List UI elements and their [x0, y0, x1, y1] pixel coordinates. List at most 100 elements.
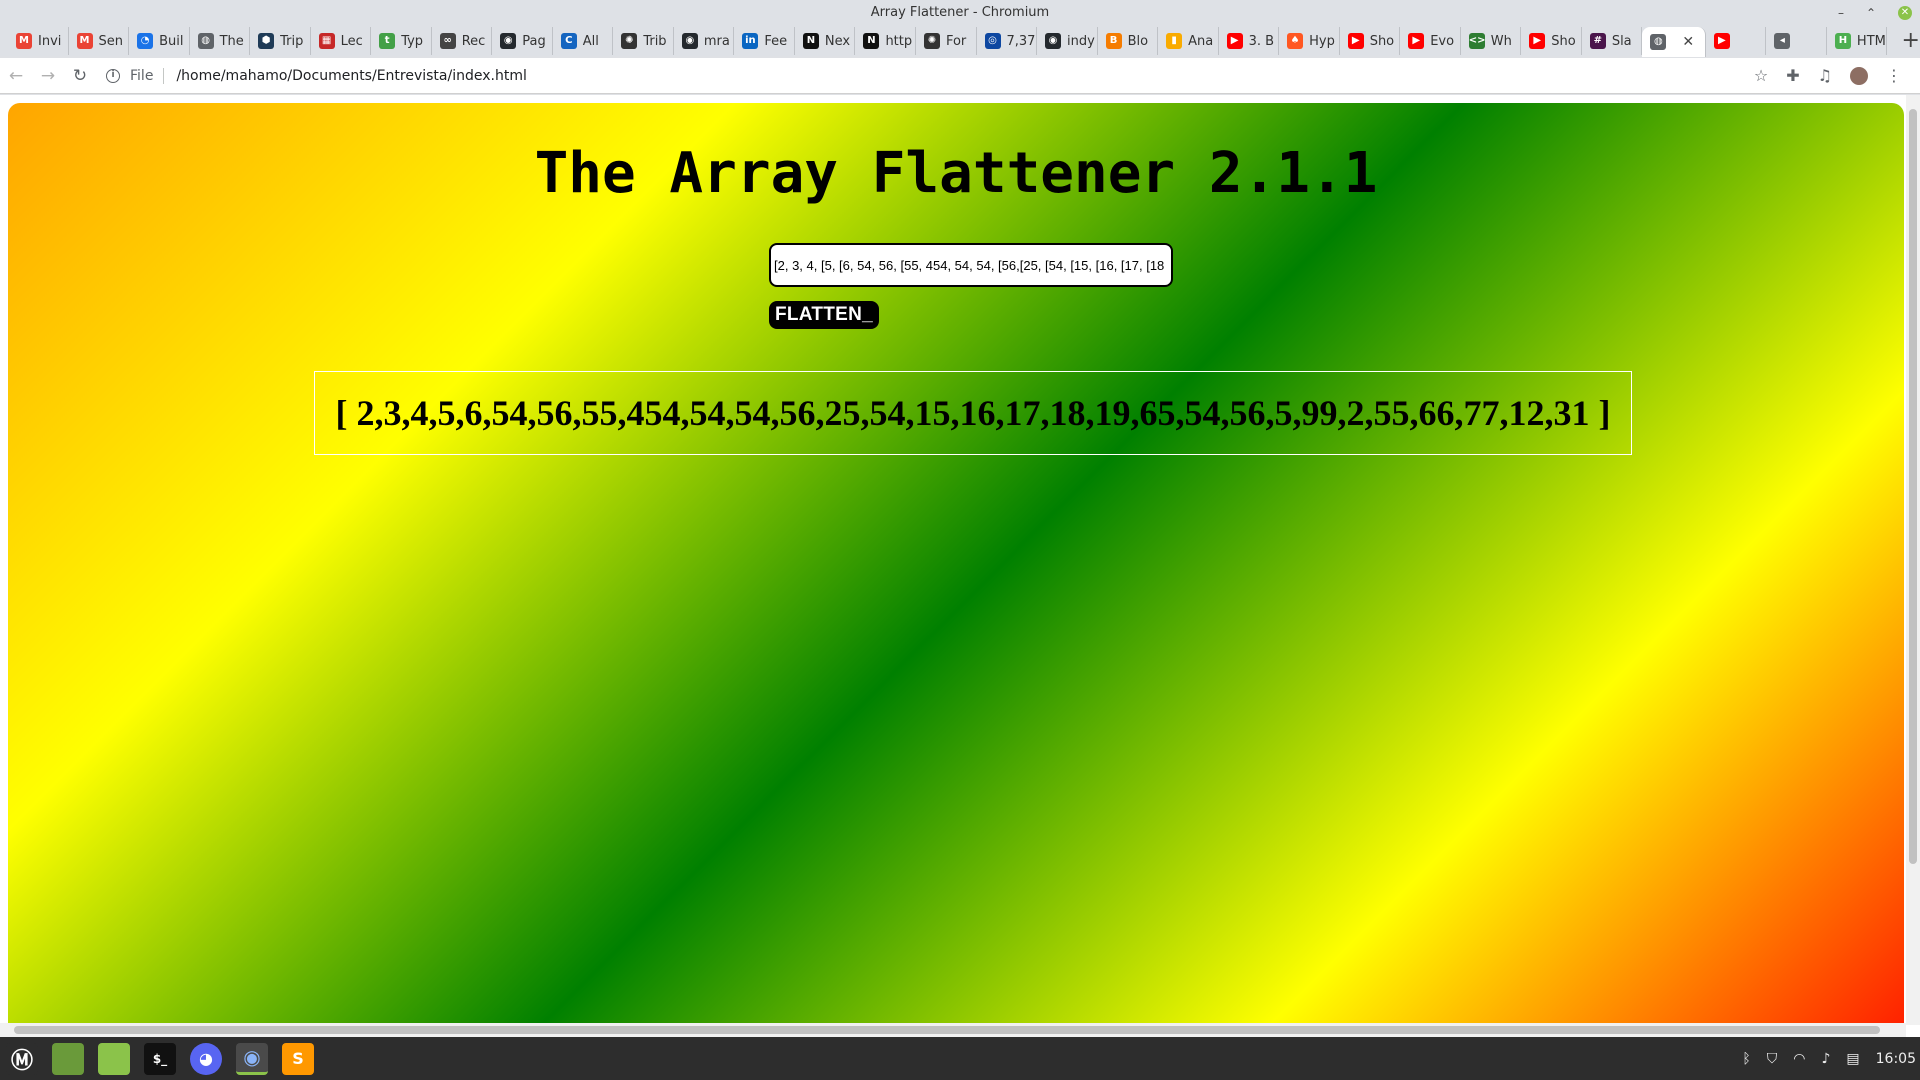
tab-label: Sen	[98, 33, 124, 49]
tab-22[interactable]: ▶ Sho	[1340, 27, 1401, 55]
tab-10[interactable]: ✺ Trib	[613, 27, 674, 55]
tab-label: http	[885, 33, 913, 49]
tab-29[interactable]: ◂	[1766, 27, 1827, 55]
bookmark-star-icon[interactable]: ☆	[1754, 66, 1768, 85]
close-tab-icon[interactable]: ✕	[1682, 34, 1694, 50]
sound-icon[interactable]: ♪	[1821, 1051, 1830, 1067]
back-icon[interactable]: ←	[0, 66, 32, 86]
scrollbar-thumb[interactable]	[14, 1026, 1880, 1034]
tab-13[interactable]: N Nex	[795, 27, 856, 55]
html-icon: H	[1834, 33, 1851, 49]
shield-icon[interactable]: ⛉	[1767, 1051, 1778, 1067]
nexus-icon: N	[863, 33, 880, 49]
tab-15[interactable]: ✺ For	[916, 27, 977, 55]
vertical-scrollbar[interactable]	[1906, 95, 1920, 1025]
gradient-page: The Array Flattener 2.1.1 FLATTEN_ [ 2,3…	[8, 103, 1904, 1080]
close-window-icon[interactable]: ✕	[1898, 6, 1912, 20]
bluetooth-icon[interactable]: ᛒ	[1742, 1051, 1750, 1067]
scrollbar-thumb[interactable]	[1909, 109, 1917, 864]
circle-icon: ◎	[984, 33, 1001, 49]
page-viewport: The Array Flattener 2.1.1 FLATTEN_ [ 2,3…	[0, 95, 1920, 1080]
minimize-icon[interactable]: –	[1838, 0, 1844, 26]
tab-6[interactable]: t Typ	[371, 27, 432, 55]
speaker-icon: ◂	[1774, 33, 1791, 49]
tab-label: Rec	[461, 33, 486, 49]
page-title: The Array Flattener 2.1.1	[534, 141, 1378, 206]
tab-19[interactable]: ▮ Ana	[1158, 27, 1219, 55]
tab-12[interactable]: in Fee	[734, 27, 795, 55]
youtube-icon: ▶	[1347, 33, 1364, 49]
tab-30[interactable]: H HTM	[1827, 27, 1888, 55]
info-icon[interactable]: i	[106, 68, 120, 83]
horizontal-scrollbar[interactable]	[0, 1023, 1906, 1037]
tab-7[interactable]: ∞ Rec	[432, 27, 493, 55]
tab-label: Hyp	[1309, 33, 1335, 49]
tab-label: Ana	[1188, 33, 1214, 49]
tab-24[interactable]: <> Wh	[1461, 27, 1522, 55]
tab-4[interactable]: ⬢ Trip	[250, 27, 311, 55]
tab-28[interactable]: ▶	[1706, 27, 1767, 55]
window-titlebar: Array Flattener - Chromium – ⌃ ✕	[0, 0, 1920, 26]
tab-20[interactable]: ▶ 3. B	[1219, 27, 1280, 55]
hype-icon: ♠	[1287, 33, 1304, 49]
tab-label: Typ	[401, 33, 424, 49]
tab-17[interactable]: ◉ indy	[1037, 27, 1098, 55]
tab-11[interactable]: ◉ mra	[674, 27, 735, 55]
slack-icon: #	[1589, 33, 1606, 49]
tab-label: Wh	[1490, 33, 1512, 49]
reload-icon[interactable]: ↻	[64, 66, 96, 86]
tab-21[interactable]: ♠ Hyp	[1279, 27, 1340, 55]
code-icon: <>	[1468, 33, 1486, 49]
new-tab-icon[interactable]: +	[1901, 27, 1919, 55]
tab-3[interactable]: ◍ The	[190, 27, 251, 55]
extensions-icon[interactable]: ✚	[1786, 66, 1799, 85]
tab-26[interactable]: # Sla	[1582, 27, 1643, 55]
url-text[interactable]: /home/mahamo/Documents/Entrevista/index.…	[176, 68, 526, 84]
flatten-button[interactable]: FLATTEN_	[769, 301, 879, 329]
profile-avatar[interactable]	[1850, 66, 1868, 85]
media-controls-icon[interactable]: ♫	[1818, 66, 1832, 85]
tab-label: Trib	[643, 33, 667, 49]
terminal-icon[interactable]: $_	[144, 1042, 176, 1075]
hexagon-icon: ⬢	[258, 33, 275, 49]
wifi-icon[interactable]: ◠	[1793, 1051, 1805, 1067]
tab-0[interactable]: M Invi	[8, 27, 69, 55]
youtube-icon: ▶	[1529, 33, 1546, 49]
tab-14[interactable]: Nhttp	[855, 27, 916, 55]
discord-icon[interactable]: ◕	[190, 1042, 222, 1075]
tab-label: Nex	[824, 33, 851, 49]
tab-2[interactable]: ◔ Buil	[129, 27, 190, 55]
tab-16[interactable]: ◎ 7,37	[977, 27, 1038, 55]
c-icon: C	[560, 33, 577, 49]
sublime-text-icon[interactable]: S	[282, 1042, 314, 1075]
files-icon[interactable]	[98, 1042, 130, 1075]
tab-25[interactable]: ▶ Sho	[1521, 27, 1582, 55]
youtube-icon: ▶	[1226, 33, 1243, 49]
address-bar[interactable]: i File /home/mahamo/Documents/Entrevista…	[106, 62, 1754, 90]
result-text: [ 2,3,4,5,6,54,56,55,454,54,54,56,25,54,…	[335, 393, 1611, 433]
array-input[interactable]	[769, 243, 1173, 287]
forward-icon[interactable]: →	[32, 66, 64, 86]
tab-27[interactable]: ◍ ✕	[1642, 27, 1706, 57]
mint-menu-icon[interactable]: Ⓜ	[6, 1042, 38, 1075]
nexus-icon: N	[802, 33, 819, 49]
tab-8[interactable]: ◉ Pag	[492, 27, 553, 55]
tab-9[interactable]: C All	[553, 27, 614, 55]
tab-label: Trip	[280, 33, 304, 49]
tab-label: Blo	[1127, 33, 1149, 49]
tab-18[interactable]: B Blo	[1098, 27, 1159, 55]
gmail-icon: M	[76, 33, 93, 49]
clock[interactable]: 16:05	[1876, 1051, 1916, 1067]
clipboard-icon[interactable]: ▤	[1846, 1051, 1859, 1067]
tab-label: Fee	[764, 33, 788, 49]
restore-icon[interactable]: ⌃	[1866, 0, 1876, 26]
tab-5[interactable]: ▦ Lec	[311, 27, 372, 55]
tab-23[interactable]: ▶ Evo	[1400, 27, 1461, 55]
tab-label: indy	[1067, 33, 1095, 49]
chromium-icon[interactable]: ◉	[236, 1042, 268, 1075]
tab-label: For	[945, 33, 967, 49]
menu-dots-icon[interactable]: ⋮	[1886, 66, 1902, 85]
desktop-icon[interactable]	[52, 1042, 84, 1075]
browser-toolbar: ← → ↻ i File /home/mahamo/Documents/Entr…	[0, 58, 1920, 94]
tab-1[interactable]: M Sen	[69, 27, 130, 55]
